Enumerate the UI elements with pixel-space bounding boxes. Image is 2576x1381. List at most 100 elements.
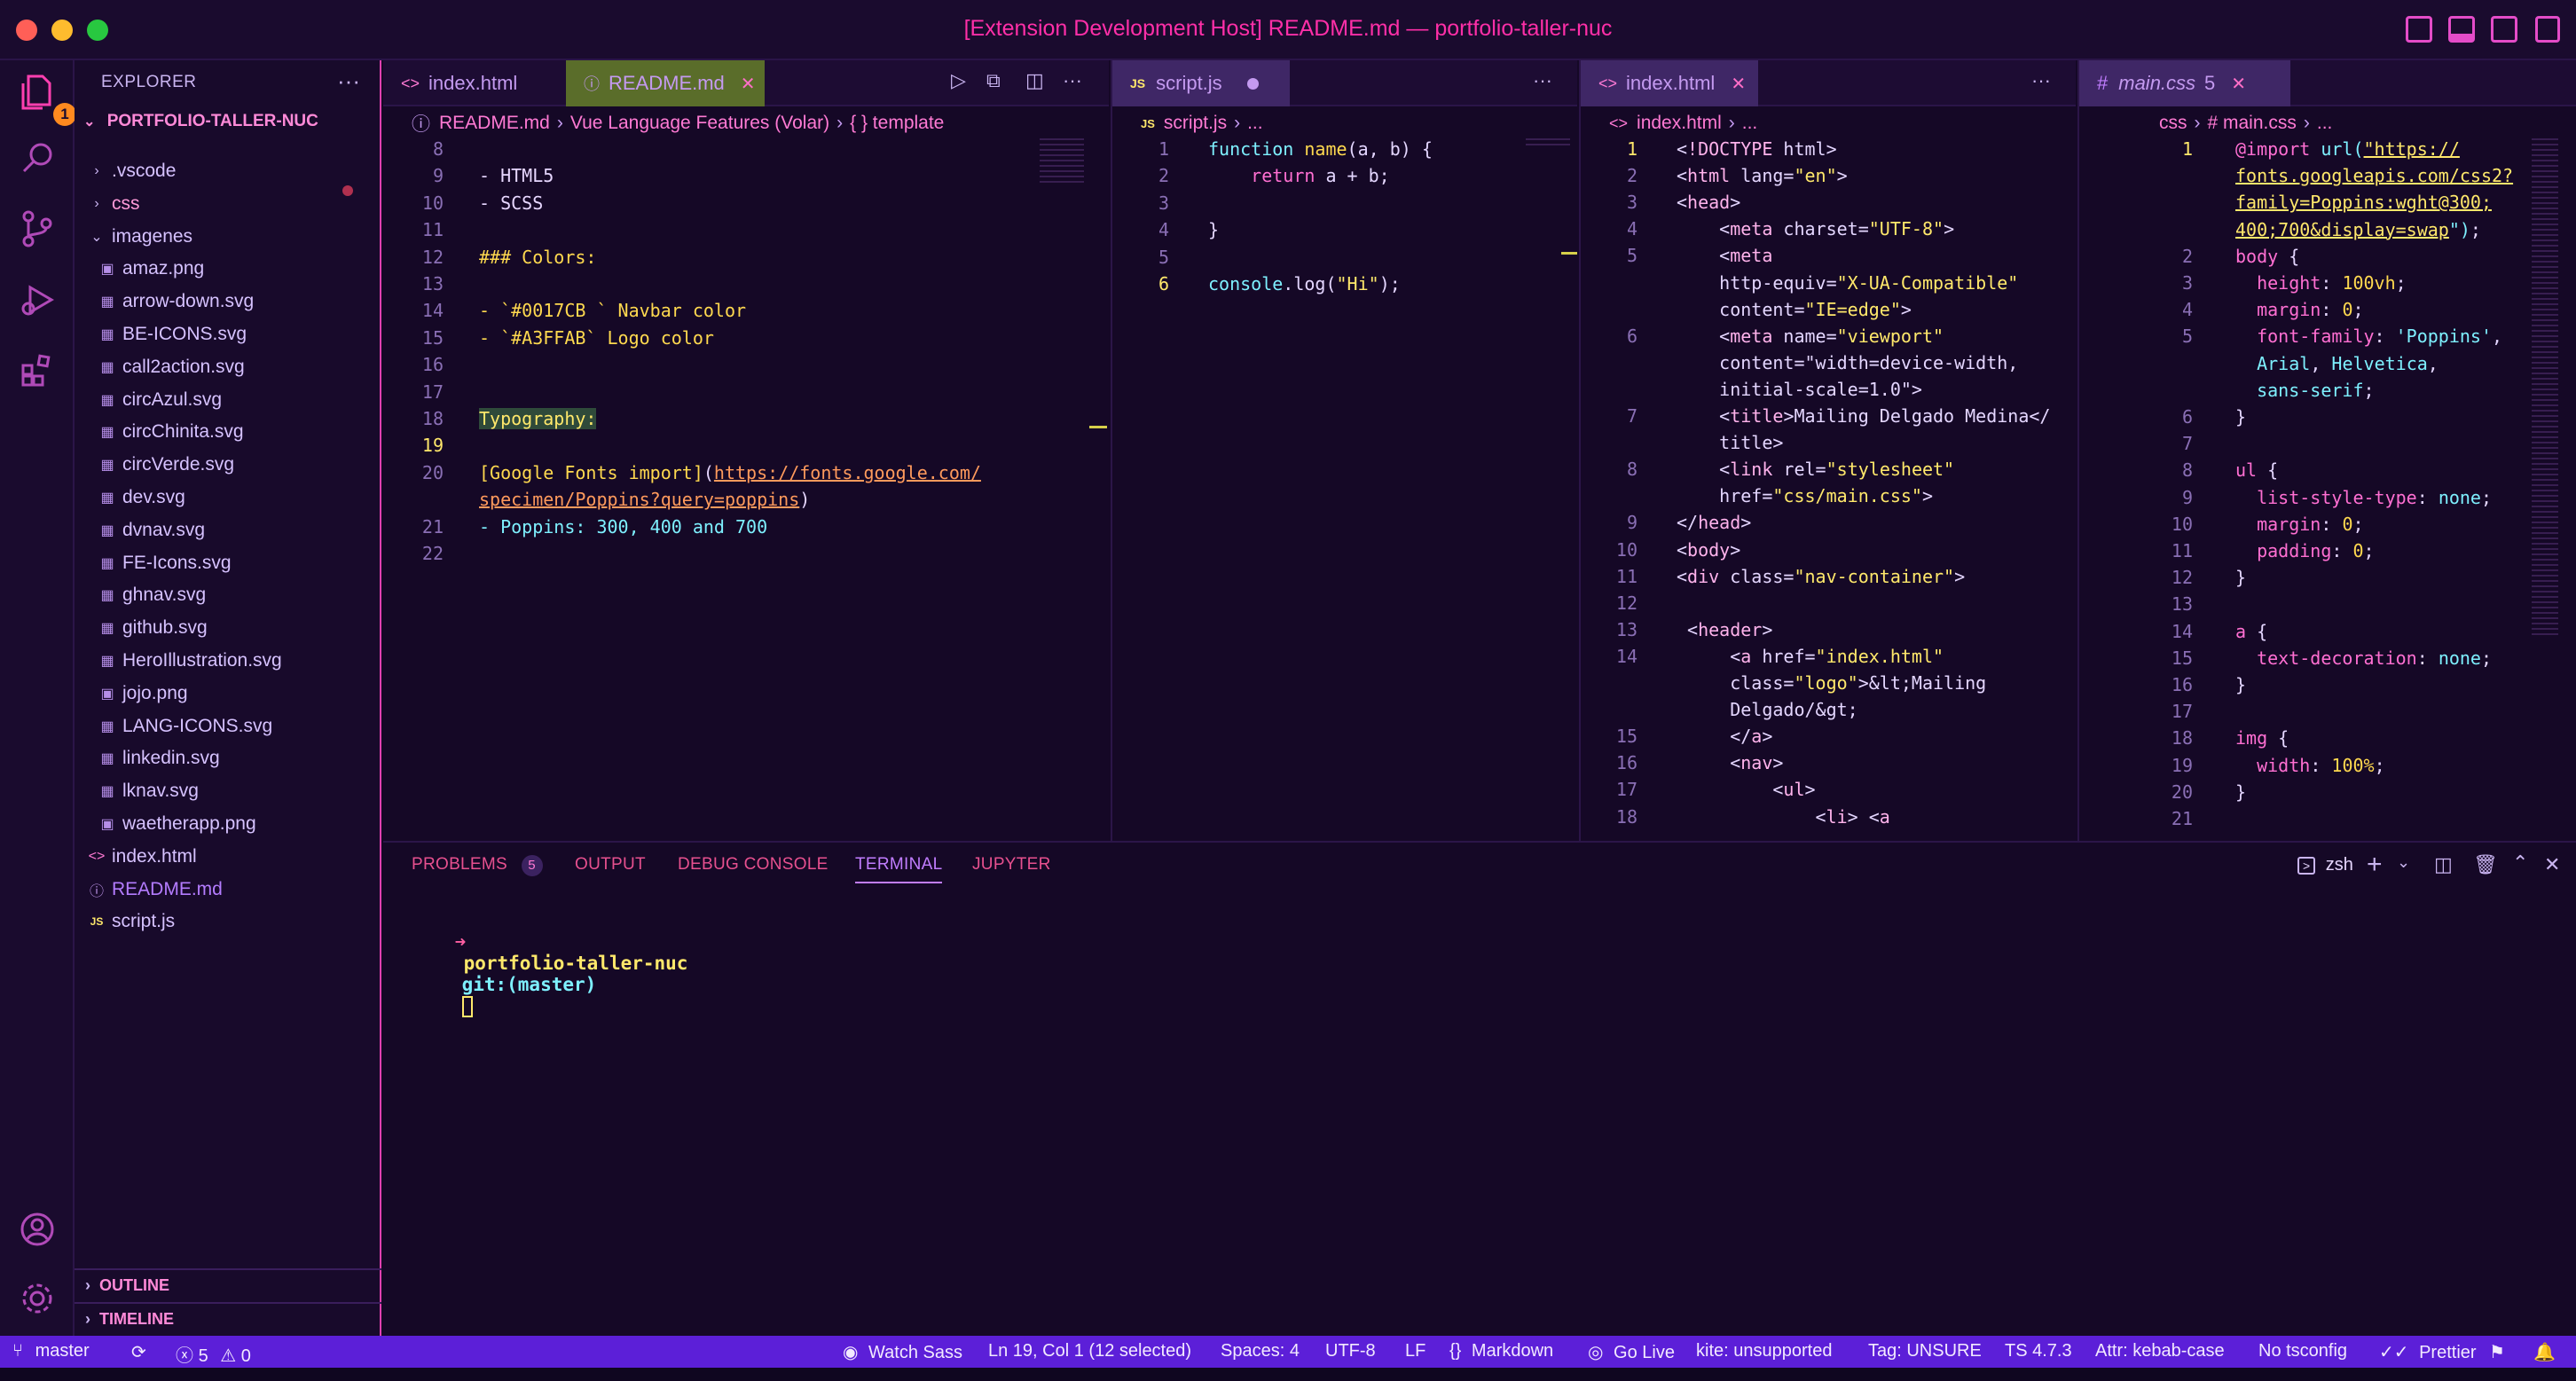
tree-item[interactable]: ⌄ imagenes: [85, 222, 192, 252]
run-debug-icon[interactable]: [16, 279, 59, 321]
tree-item[interactable]: ▦ linkedin.svg: [96, 743, 219, 773]
breadcrumb-item[interactable]: ...: [1247, 113, 1263, 134]
code-line[interactable]: content="IE=edge">: [1677, 299, 1912, 320]
kite-status[interactable]: kite: unsupported: [1696, 1341, 1832, 1361]
outline-section[interactable]: › OUTLINE: [75, 1268, 381, 1300]
code-line[interactable]: @import url("https://: [2235, 138, 2460, 160]
branch-indicator[interactable]: ⑂ master: [12, 1341, 90, 1361]
breadcrumb-item[interactable]: # main.css: [2208, 113, 2297, 134]
go-live-button[interactable]: ◎ Go Live: [1588, 1341, 1675, 1363]
split-editor-icon[interactable]: ◫: [1025, 69, 1044, 92]
code-line[interactable]: Typography:: [479, 408, 597, 429]
editor-index[interactable]: 1 <!DOCTYPE html> 2 <html lang="en"> 3 <head>…: [1581, 138, 2076, 841]
tab-main-css[interactable]: # main.css 5 ✕: [2079, 60, 2290, 106]
breadcrumb-item[interactable]: css: [2159, 113, 2187, 134]
attr-case[interactable]: Attr: kebab-case: [2095, 1341, 2225, 1361]
code-line[interactable]: body {: [2235, 246, 2299, 267]
tree-item[interactable]: ▣ waetherapp.png: [96, 809, 255, 839]
code-line[interactable]: padding: 0;: [2235, 540, 2374, 561]
tree-item[interactable]: › .vscode: [85, 156, 176, 186]
code-line[interactable]: href="css/main.css">: [1677, 485, 1933, 506]
tsconfig-status[interactable]: No tsconfig: [2258, 1341, 2347, 1361]
code-line[interactable]: <nav>: [1677, 752, 1783, 773]
tree-item[interactable]: ▦ circAzul.svg: [96, 385, 222, 415]
encoding[interactable]: UTF-8: [1325, 1341, 1376, 1361]
end-of-line[interactable]: LF: [1405, 1341, 1425, 1361]
code-line[interactable]: <div class="nav-container">: [1677, 566, 1965, 587]
chevron-down-icon[interactable]: ⌄: [2397, 853, 2410, 872]
close-tab-icon[interactable]: ✕: [741, 73, 756, 95]
toggle-primary-sidebar-icon[interactable]: [2406, 16, 2432, 43]
code-line[interactable]: console.log("Hi");: [1208, 273, 1401, 294]
breadcrumb-item[interactable]: index.html: [1637, 113, 1722, 134]
tree-item[interactable]: JS script.js: [85, 906, 176, 937]
code-line[interactable]: <head>: [1677, 192, 1740, 213]
timeline-section[interactable]: › TIMELINE: [75, 1302, 381, 1334]
explorer-more-actions[interactable]: ···: [337, 67, 360, 95]
toggle-panel-icon[interactable]: [2448, 16, 2475, 43]
breadcrumb-item[interactable]: ...: [1742, 113, 1758, 134]
tab-jupyter[interactable]: JUPYTER: [972, 855, 1051, 875]
code-line[interactable]: <li> <a: [1677, 806, 1890, 828]
tree-item[interactable]: ▦ BE-ICONS.svg: [96, 319, 247, 349]
code-line[interactable]: - `#A3FFAB` Logo color: [479, 327, 714, 349]
more-actions-icon[interactable]: ···: [1533, 69, 1552, 92]
tree-item[interactable]: ▦ github.svg: [96, 613, 207, 643]
code-line[interactable]: </a>: [1677, 726, 1772, 747]
code-line[interactable]: content="width=device-width,: [1677, 352, 2018, 373]
minimap[interactable]: [1040, 138, 1084, 183]
tree-item[interactable]: ▦ ghnav.svg: [96, 580, 206, 610]
more-actions-icon[interactable]: ···: [2031, 69, 2051, 92]
tree-item[interactable]: ▦ dvnav.svg: [96, 515, 205, 545]
tab-readme-md[interactable]: ⓘ README.md ✕: [566, 60, 765, 106]
code-line[interactable]: return a + b;: [1208, 165, 1390, 186]
code-line[interactable]: http-equiv="X-UA-Compatible": [1677, 272, 2018, 294]
tree-item[interactable]: ▦ call2action.svg: [96, 352, 244, 382]
code-line[interactable]: list-style-type: none;: [2235, 487, 2492, 508]
workspace-root[interactable]: ⌄ PORTFOLIO-TALLER-NUC: [83, 112, 318, 131]
tree-item[interactable]: ▣ amaz.png: [96, 254, 204, 284]
more-actions-icon[interactable]: ···: [1063, 69, 1082, 92]
code-line[interactable]: ### Colors:: [479, 247, 596, 268]
breadcrumb-item[interactable]: script.js: [1164, 113, 1227, 134]
close-panel-icon[interactable]: ✕: [2544, 853, 2560, 876]
toggle-secondary-sidebar-icon[interactable]: [2491, 16, 2517, 43]
code-line[interactable]: margin: 0;: [2235, 299, 2363, 320]
code-line[interactable]: fonts.googleapis.com/css2?: [2235, 165, 2513, 186]
watch-sass-button[interactable]: ◉ Watch Sass: [843, 1341, 962, 1363]
tree-item[interactable]: ▦ arrow-down.svg: [96, 286, 254, 317]
feedback-icon[interactable]: ⚑: [2489, 1341, 2505, 1363]
code-line[interactable]: - `#0017CB ` Navbar color: [479, 300, 746, 321]
trash-icon[interactable]: 🗑: [2473, 853, 2498, 876]
breadcrumb-item[interactable]: { } template: [850, 113, 944, 134]
code-line[interactable]: initial-scale=1.0">: [1677, 379, 1922, 400]
code-line[interactable]: <body>: [1677, 539, 1740, 561]
code-line[interactable]: font-family: 'Poppins',: [2235, 326, 2502, 347]
tab-script-js[interactable]: JS script.js: [1112, 60, 1290, 106]
code-line[interactable]: text-decoration: none;: [2235, 647, 2492, 669]
tree-item[interactable]: ⓘ README.md: [85, 875, 223, 905]
breadcrumb-item[interactable]: Vue Language Features (Volar): [570, 113, 829, 134]
code-line[interactable]: <meta name="viewport": [1677, 326, 1944, 347]
code-line[interactable]: <html lang="en">: [1677, 165, 1848, 186]
editor-main-css[interactable]: 1 @import url("https:// fonts.googleapis.c…: [2079, 138, 2576, 841]
tab-debug-console[interactable]: DEBUG CONSOLE: [678, 855, 829, 875]
code-line[interactable]: }: [1208, 219, 1219, 240]
explorer-icon[interactable]: 1: [16, 71, 76, 126]
code-line[interactable]: <!DOCTYPE html>: [1677, 138, 1837, 160]
open-preview-icon[interactable]: ⧉: [986, 69, 1001, 92]
tag-status[interactable]: Tag: UNSURE: [1868, 1341, 1982, 1361]
code-line[interactable]: <a href="index.html": [1677, 646, 1944, 667]
prettier-status[interactable]: ✓✓ Prettier: [2379, 1341, 2477, 1363]
split-terminal-icon[interactable]: ◫: [2434, 853, 2453, 876]
code-line[interactable]: <header>: [1677, 619, 1772, 640]
tab-index-html[interactable]: <> index.html ✕: [1581, 60, 1758, 106]
code-line[interactable]: a {: [2235, 621, 2267, 642]
problems-indicator[interactable]: ⓧ 5 ⚠ 0: [176, 1341, 251, 1367]
tab-terminal[interactable]: TERMINAL: [855, 855, 943, 883]
code-line[interactable]: </head>: [1677, 512, 1751, 533]
tree-item[interactable]: ▣ jojo.png: [96, 679, 187, 709]
code-line[interactable]: img {: [2235, 727, 2289, 749]
code-line[interactable]: <link rel="stylesheet": [1677, 459, 1954, 480]
code-line[interactable]: - SCSS: [479, 192, 543, 214]
